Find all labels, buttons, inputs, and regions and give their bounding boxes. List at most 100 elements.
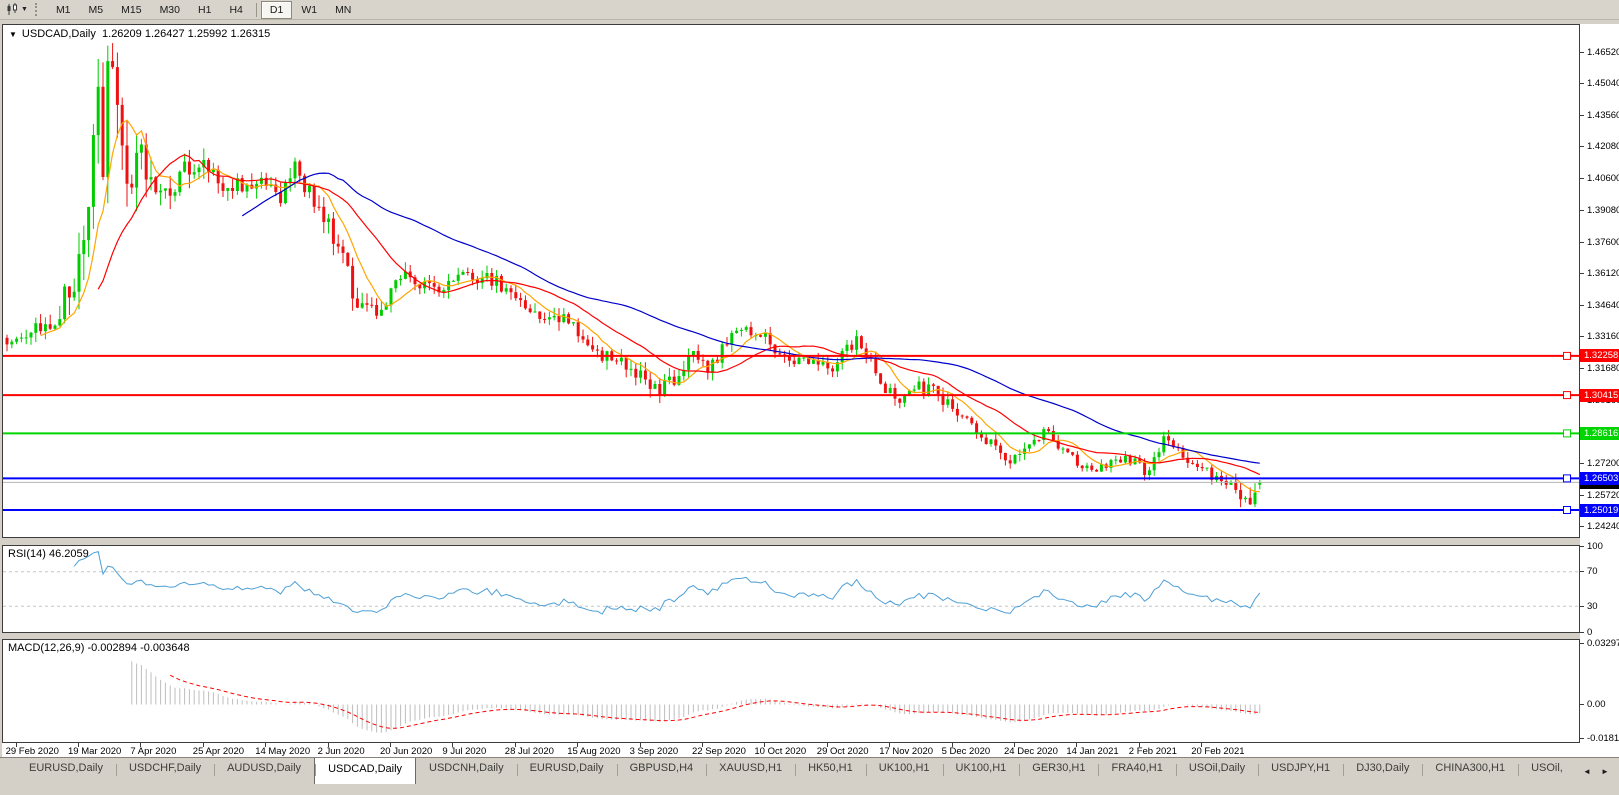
date-tick-label: 14 May 2020: [255, 746, 310, 757]
price-chart-area[interactable]: [3, 25, 1579, 537]
macd-tick-mark: [1580, 704, 1584, 705]
timeframe-button-h4[interactable]: H4: [220, 1, 251, 19]
rsi-tick-label: 0: [1587, 627, 1592, 638]
tab-eurusd-daily[interactable]: EURUSD,Daily: [517, 758, 617, 784]
tab-uk100-h1[interactable]: UK100,H1: [866, 758, 943, 784]
timeframe-buttons-group: M1M5M15M30H1H4 D1W1MN: [47, 1, 360, 19]
timeframe-button-m5[interactable]: M5: [80, 1, 113, 19]
chart-tabs: EURUSD,DailyUSDCHF,DailyAUDUSD,DailyUSDC…: [0, 758, 1576, 784]
date-tick-label: 10 Oct 2020: [754, 746, 806, 757]
price-tick-label: 1.42080: [1587, 141, 1619, 152]
timeframe-button-h1[interactable]: H1: [189, 1, 220, 19]
tab-gbpusd-h4[interactable]: GBPUSD,H4: [617, 758, 707, 784]
main-chart-panel[interactable]: ▼ USDCAD,Daily 1.26209 1.26427 1.25992 1…: [2, 24, 1580, 538]
chart-tab-bar: EURUSD,DailyUSDCHF,DailyAUDUSD,DailyUSDC…: [0, 757, 1619, 784]
price-tick-label: 1.25720: [1587, 490, 1619, 501]
tab-usdjpy-h1[interactable]: USDJPY,H1: [1258, 758, 1343, 784]
rsi-chart-area[interactable]: [3, 546, 1579, 632]
candlestick-chart-icon[interactable]: [4, 3, 20, 17]
price-tick-mark: [1580, 336, 1584, 337]
price-tick-label: 1.34640: [1587, 300, 1619, 311]
price-tick-label: 1.45040: [1587, 78, 1619, 89]
tab-usoil-daily[interactable]: USOil,Daily: [1176, 758, 1258, 784]
timeframe-button-d1[interactable]: D1: [261, 1, 292, 19]
price-tick-mark: [1580, 273, 1584, 274]
timeframe-button-w1[interactable]: W1: [292, 1, 326, 19]
collapse-triangle-icon[interactable]: ▼: [9, 30, 17, 39]
date-tick-label: 24 Dec 2020: [1004, 746, 1058, 757]
hline-price-chip: 1.25019: [1580, 504, 1619, 517]
hline-price-chip: 1.30415: [1580, 389, 1619, 402]
rsi-label: RSI(14) 46.2059: [8, 548, 89, 560]
tab-usdchf-daily[interactable]: USDCHF,Daily: [116, 758, 214, 784]
timeframe-button-m1[interactable]: M1: [47, 1, 80, 19]
rsi-tick-mark: [1580, 546, 1584, 547]
price-tick-mark: [1580, 83, 1584, 84]
rsi-tick-mark: [1580, 606, 1584, 607]
toolbar-separator: [256, 3, 257, 17]
rsi-tick-label: 70: [1587, 566, 1598, 577]
rsi-tick-label: 30: [1587, 601, 1598, 612]
hline-price-chip: 1.26503: [1580, 472, 1619, 485]
tab-china300-h1[interactable]: CHINA300,H1: [1422, 758, 1518, 784]
price-tick-mark: [1580, 495, 1584, 496]
macd-tick-label: 0.032972: [1587, 638, 1619, 649]
tab-hk50-h1[interactable]: HK50,H1: [795, 758, 866, 784]
timeframe-toolbar: ▼ M1M5M15M30H1H4 D1W1MN: [0, 0, 1619, 20]
price-tick-label: 1.40600: [1587, 173, 1619, 184]
macd-tick-label: -0.01815: [1587, 733, 1619, 744]
hline-price-chip: 1.28616: [1580, 427, 1619, 440]
tabs-scroll-right-button[interactable]: ►: [1599, 767, 1611, 776]
chart-title: ▼ USDCAD,Daily 1.26209 1.26427 1.25992 1…: [9, 28, 270, 40]
macd-indicator-panel[interactable]: MACD(12,26,9) -0.002894 -0.003648: [2, 639, 1580, 743]
tab-scroll-controls: ◄ ►: [1577, 758, 1619, 784]
date-tick-label: 28 Jul 2020: [505, 746, 554, 757]
rsi-indicator-panel[interactable]: RSI(14) 46.2059: [2, 545, 1580, 633]
date-tick-label: 5 Dec 2020: [942, 746, 991, 757]
rsi-tick-mark: [1580, 571, 1584, 572]
price-axis[interactable]: 1.465201.450401.435601.420801.406001.390…: [1580, 24, 1619, 757]
tab-xauusd-h1[interactable]: XAUUSD,H1: [706, 758, 795, 784]
chart-type-dropdown-caret[interactable]: ▼: [21, 6, 28, 13]
tab-usdcnh-daily[interactable]: USDCNH,Daily: [416, 758, 517, 784]
timeframe-button-m15[interactable]: M15: [112, 1, 150, 19]
date-tick-label: 9 Jul 2020: [442, 746, 486, 757]
date-tick-label: 20 Jun 2020: [380, 746, 432, 757]
rsi-tick-mark: [1580, 632, 1584, 633]
macd-chart-area[interactable]: [3, 640, 1579, 742]
macd-label: MACD(12,26,9) -0.002894 -0.003648: [8, 642, 190, 654]
price-tick-label: 1.27200: [1587, 458, 1619, 469]
date-tick-label: 15 Aug 2020: [567, 746, 620, 757]
date-tick-label: 7 Apr 2020: [130, 746, 176, 757]
macd-tick-label: 0.00: [1587, 699, 1606, 710]
date-tick-label: 29 Oct 2020: [817, 746, 869, 757]
tabs-scroll-left-button[interactable]: ◄: [1581, 767, 1593, 776]
timeframe-button-m30[interactable]: M30: [151, 1, 189, 19]
time-axis[interactable]: 29 Feb 202019 Mar 20207 Apr 202025 Apr 2…: [2, 743, 1580, 757]
tab-uk100-h1[interactable]: UK100,H1: [943, 758, 1020, 784]
price-tick-mark: [1580, 526, 1584, 527]
rsi-tick-label: 100: [1587, 541, 1603, 552]
tab-fra40-h1[interactable]: FRA40,H1: [1098, 758, 1175, 784]
candlestick-chart-icon-glyph: [6, 3, 19, 16]
tab-usdcad-daily[interactable]: USDCAD,Daily: [314, 758, 416, 784]
tab-usoil[interactable]: USOil,: [1518, 758, 1576, 784]
tab-dj30-daily[interactable]: DJ30,Daily: [1343, 758, 1422, 784]
date-tick-label: 2 Feb 2021: [1129, 746, 1177, 757]
price-tick-label: 1.46520: [1587, 47, 1619, 58]
price-tick-label: 1.24240: [1587, 521, 1619, 532]
price-tick-mark: [1580, 210, 1584, 211]
tab-audusd-daily[interactable]: AUDUSD,Daily: [214, 758, 314, 784]
timeframe-button-mn[interactable]: MN: [326, 1, 360, 19]
date-tick-label: 19 Mar 2020: [68, 746, 121, 757]
date-tick-label: 25 Apr 2020: [193, 746, 244, 757]
price-tick-label: 1.33160: [1587, 331, 1619, 342]
tab-eurusd-daily[interactable]: EURUSD,Daily: [16, 758, 116, 784]
hline-price-chip: 1.32258: [1580, 349, 1619, 362]
toolbar-grip-handle[interactable]: [35, 3, 40, 16]
tab-ger30-h1[interactable]: GER30,H1: [1019, 758, 1098, 784]
price-tick-label: 1.31680: [1587, 363, 1619, 374]
price-tick-mark: [1580, 368, 1584, 369]
price-tick-mark: [1580, 52, 1584, 53]
price-tick-mark: [1580, 305, 1584, 306]
